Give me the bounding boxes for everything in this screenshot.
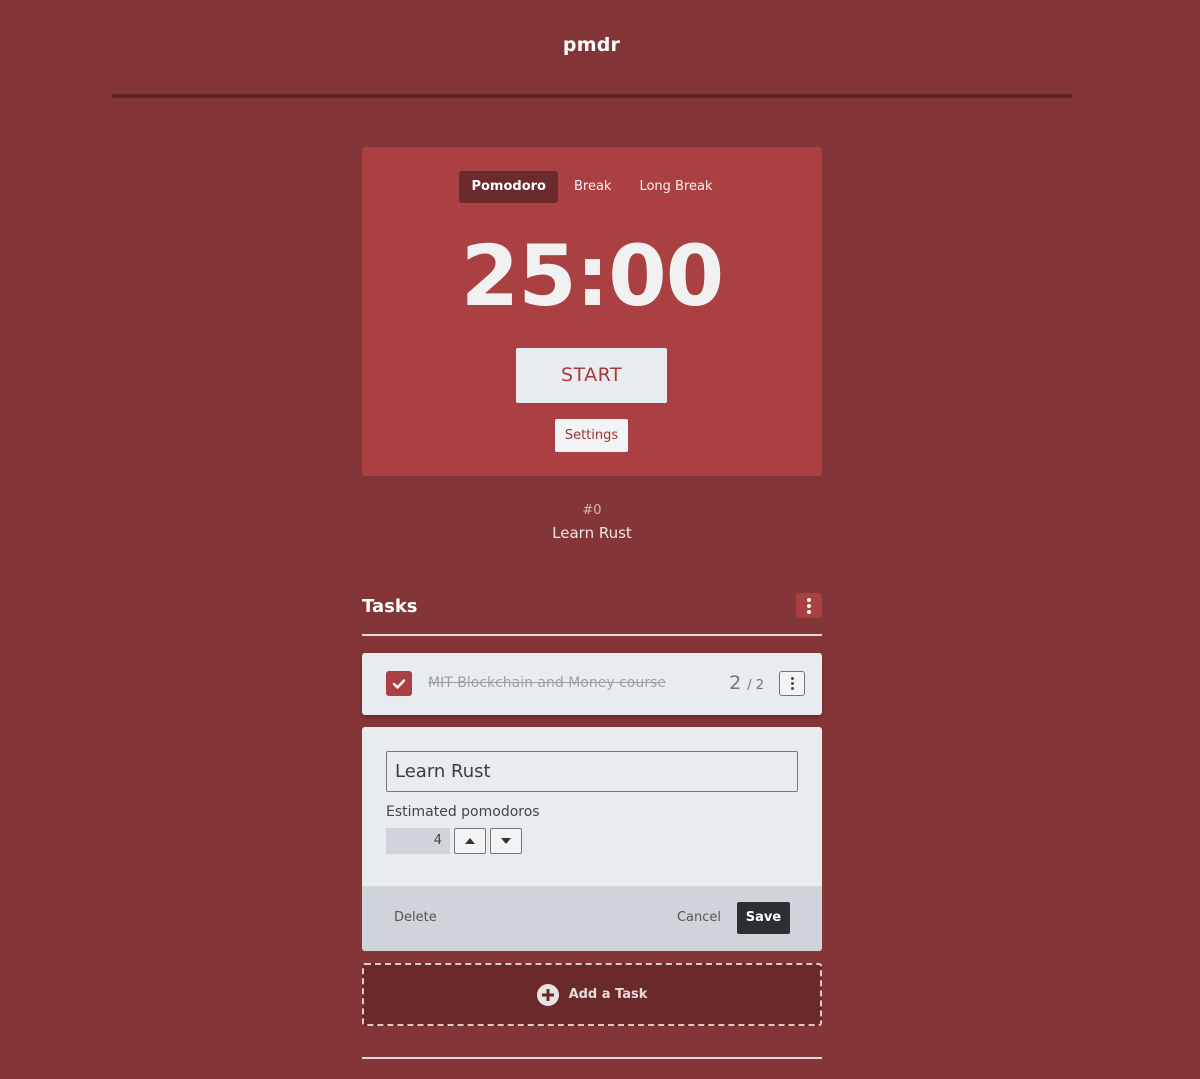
tab-long-break[interactable]: Long Break: [627, 171, 724, 203]
task-done-count: 2: [729, 672, 742, 694]
task-edit-panel: Estimated pomodoros 4 Delete Cancel Save: [362, 727, 822, 951]
checkmark-icon: [392, 678, 406, 689]
tasks-title: Tasks: [362, 596, 418, 617]
add-task-button[interactable]: Add a Task: [362, 963, 822, 1026]
bottom-divider: [362, 1057, 822, 1059]
plus-circle-icon: [536, 983, 559, 1006]
timer-card: Pomodoro Break Long Break 25:00 START Se…: [362, 147, 822, 476]
task-checkbox[interactable]: [386, 671, 412, 696]
app-title: pmdr: [562, 34, 621, 56]
current-task-label: Learn Rust: [552, 524, 632, 542]
task-item-menu-button[interactable]: [779, 671, 805, 696]
vertical-dots-icon: [790, 677, 794, 690]
caret-down-icon: [501, 838, 511, 844]
task-est-count: / 2: [747, 678, 764, 693]
task-item[interactable]: MIT Blockchain and Money course 2 / 2: [362, 653, 822, 715]
estimated-pomodoros-input[interactable]: 4: [386, 828, 450, 854]
vertical-dots-icon: [807, 597, 811, 614]
tab-pomodoro[interactable]: Pomodoro: [459, 171, 558, 203]
caret-up-icon: [465, 838, 475, 844]
mode-tabs: Pomodoro Break Long Break: [362, 171, 822, 203]
tasks-menu-button[interactable]: [796, 593, 822, 618]
decrement-button[interactable]: [490, 828, 522, 854]
current-pomodoro-number: #0: [582, 503, 602, 518]
tasks-header: Tasks: [362, 592, 822, 636]
tab-break[interactable]: Break: [562, 171, 623, 203]
add-task-label: Add a Task: [568, 987, 648, 1002]
task-pomodoro-count: 2 / 2: [729, 672, 764, 694]
settings-button[interactable]: Settings: [555, 419, 628, 452]
task-edit-footer: Delete Cancel Save: [362, 886, 822, 951]
increment-button[interactable]: [454, 828, 486, 854]
save-button[interactable]: Save: [737, 902, 790, 934]
timer-display: 25:00: [460, 227, 724, 325]
estimated-pomodoros-label: Estimated pomodoros: [386, 804, 540, 820]
cancel-button[interactable]: Cancel: [677, 910, 721, 925]
delete-button[interactable]: Delete: [394, 910, 437, 925]
task-title: MIT Blockchain and Money course: [428, 675, 666, 691]
task-title-input[interactable]: [386, 751, 798, 792]
header-divider: [112, 94, 1072, 98]
start-button[interactable]: START: [516, 348, 667, 403]
